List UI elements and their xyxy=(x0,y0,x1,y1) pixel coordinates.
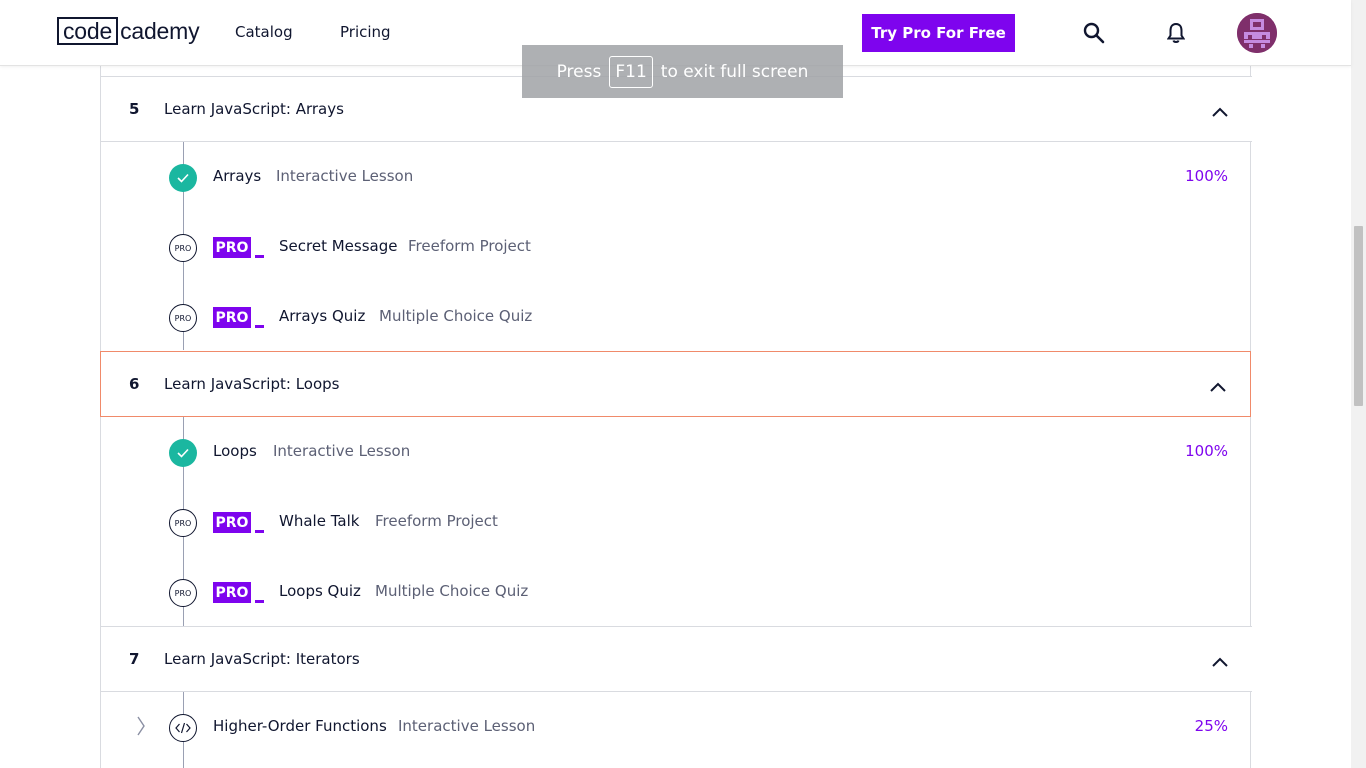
lesson-type: Interactive Lesson xyxy=(273,442,411,460)
lesson-title[interactable]: Arrays xyxy=(213,167,261,185)
logo-text: cademy xyxy=(120,17,200,44)
list-item[interactable]: PRO PRO Loops Quiz Multiple Choice Quiz xyxy=(101,557,1252,627)
lesson-type: Freeform Project xyxy=(375,512,498,530)
pro-badge: PRO xyxy=(213,307,251,328)
pro-badge: PRO xyxy=(213,582,251,603)
module-title: Learn JavaScript: Iterators xyxy=(164,650,360,668)
lesson-type: Interactive Lesson xyxy=(276,167,414,185)
fullscreen-toast: Press F11 to exit full screen xyxy=(522,45,843,98)
code-icon xyxy=(169,714,197,742)
list-item[interactable]: Loops Interactive Lesson 100% xyxy=(101,417,1252,487)
module-header-loops[interactable]: 6 Learn JavaScript: Loops xyxy=(100,351,1251,417)
lesson-type: Multiple Choice Quiz xyxy=(379,307,533,325)
scrollbar-thumb[interactable] xyxy=(1354,226,1363,406)
list-item[interactable]: PRO PRO Secret Message Freeform Project xyxy=(101,212,1252,282)
syllabus-container: 5 Learn JavaScript: Arrays Arrays Intera… xyxy=(100,0,1252,768)
module-number: 5 xyxy=(129,100,140,118)
lesson-title[interactable]: Secret Message xyxy=(279,237,397,255)
nav-catalog[interactable]: Catalog xyxy=(235,23,293,41)
lesson-type: Interactive Lesson xyxy=(398,717,536,735)
list-item[interactable]: Arrays Interactive Lesson 100% xyxy=(101,142,1252,212)
pro-badge: PRO xyxy=(213,237,251,258)
nav-pricing[interactable]: Pricing xyxy=(340,23,391,41)
completed-check-icon xyxy=(169,164,197,192)
logo-code-box: code xyxy=(57,17,119,45)
progress-percent: 100% xyxy=(1185,167,1228,185)
progress-percent: 25% xyxy=(1194,717,1228,735)
pro-badge: PRO xyxy=(213,512,251,533)
toast-key: F11 xyxy=(609,55,653,88)
chevron-up-icon[interactable] xyxy=(1212,652,1228,671)
pro-cursor-mark xyxy=(255,255,264,258)
module-number: 6 xyxy=(129,375,140,393)
list-item[interactable]: PRO PRO Whale Talk Freeform Project xyxy=(101,487,1252,557)
pro-lock-icon: PRO xyxy=(169,234,197,262)
user-avatar[interactable] xyxy=(1237,13,1277,53)
page-scrollbar[interactable] xyxy=(1351,0,1366,768)
list-item[interactable]: PRO PRO Arrays Quiz Multiple Choice Quiz xyxy=(101,282,1252,352)
lesson-type: Freeform Project xyxy=(408,237,531,255)
lesson-title[interactable]: Loops xyxy=(213,442,257,460)
search-icon[interactable] xyxy=(1083,22,1105,48)
try-pro-button[interactable]: Try Pro For Free xyxy=(862,14,1015,52)
pro-lock-icon: PRO xyxy=(169,304,197,332)
chevron-right-icon[interactable] xyxy=(136,716,146,740)
pro-lock-icon: PRO xyxy=(169,509,197,537)
module-number: 7 xyxy=(129,650,140,668)
list-item[interactable]: Higher-Order Functions Interactive Lesso… xyxy=(101,692,1252,762)
lesson-title[interactable]: Loops Quiz xyxy=(279,582,361,600)
toast-press: Press xyxy=(556,61,602,82)
pro-lock-icon: PRO xyxy=(169,579,197,607)
module-header-iterators[interactable]: 7 Learn JavaScript: Iterators xyxy=(101,626,1252,692)
lesson-type: Multiple Choice Quiz xyxy=(375,582,529,600)
chevron-up-icon[interactable] xyxy=(1212,102,1228,121)
chevron-up-icon[interactable] xyxy=(1210,377,1226,396)
pro-cursor-mark xyxy=(255,600,264,603)
completed-check-icon xyxy=(169,439,197,467)
lesson-title[interactable]: Higher-Order Functions xyxy=(213,717,387,735)
lesson-title[interactable]: Whale Talk xyxy=(279,512,359,530)
toast-message: to exit full screen xyxy=(660,61,809,82)
lesson-title[interactable]: Arrays Quiz xyxy=(279,307,365,325)
module-title: Learn JavaScript: Arrays xyxy=(164,100,344,118)
pro-cursor-mark xyxy=(255,530,264,533)
pro-cursor-mark xyxy=(255,325,264,328)
progress-percent: 100% xyxy=(1185,442,1228,460)
bell-icon[interactable] xyxy=(1166,22,1186,48)
codecademy-logo[interactable]: code cademy xyxy=(57,17,200,45)
module-title: Learn JavaScript: Loops xyxy=(164,375,340,393)
